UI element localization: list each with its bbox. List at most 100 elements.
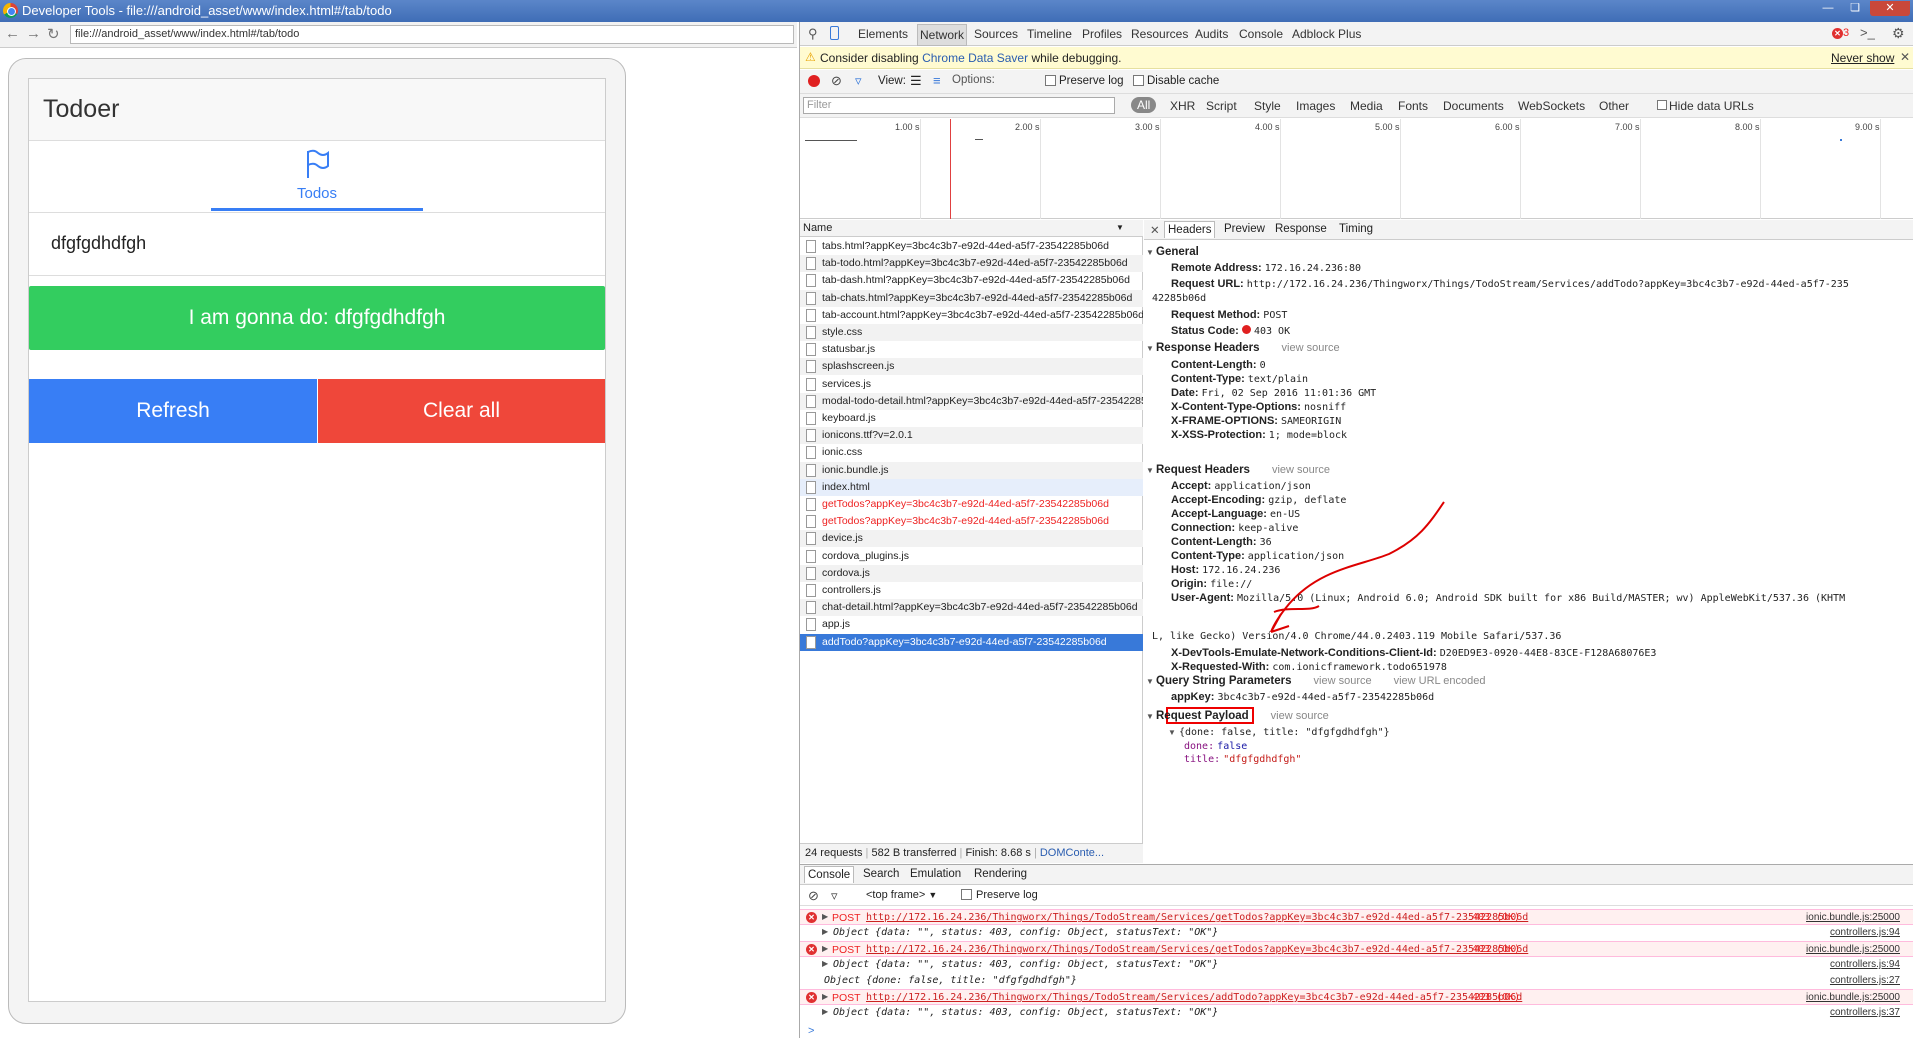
drawer-tab-search[interactable]: Search: [863, 868, 899, 880]
filter-input[interactable]: Filter: [803, 97, 1115, 114]
request-row[interactable]: statusbar.js: [800, 341, 1143, 358]
never-show-link[interactable]: Never show: [1831, 51, 1894, 65]
large-rows-icon[interactable]: ☰: [910, 73, 922, 89]
drawer-tab-emulation[interactable]: Emulation: [910, 868, 961, 880]
maximize-icon[interactable]: ❏: [1842, 1, 1868, 16]
payload-view-source-link[interactable]: view source: [1271, 710, 1329, 722]
back-icon[interactable]: ←: [5, 25, 20, 42]
request-row[interactable]: controllers.js: [800, 582, 1143, 599]
do-todo-button[interactable]: I am gonna do: dfgfgdhdfgh: [29, 286, 605, 350]
filter-xhr[interactable]: XHR: [1170, 99, 1195, 113]
console-preserve-log-checkbox[interactable]: [961, 889, 972, 900]
source-link[interactable]: ionic.bundle.js:25000: [1806, 944, 1900, 955]
refresh-button[interactable]: Refresh: [29, 379, 317, 443]
filter-media[interactable]: Media: [1350, 99, 1383, 113]
filter-other[interactable]: Other: [1599, 99, 1629, 113]
request-url-link[interactable]: http://172.16.24.236/Thingworx/Things/To…: [866, 992, 1522, 1003]
error-count-badge[interactable]: ✕ 3: [1832, 27, 1849, 39]
reload-icon[interactable]: ↻: [47, 25, 60, 43]
request-row[interactable]: modal-todo-detail.html?appKey=3bc4c3b7-e…: [800, 392, 1143, 410]
tab-profiles[interactable]: Profiles: [1082, 27, 1122, 41]
forward-icon[interactable]: →: [26, 25, 41, 42]
request-row[interactable]: services.js: [800, 376, 1143, 393]
request-row[interactable]: tab-todo.html?appKey=3bc4c3b7-e92d-44ed-…: [800, 255, 1143, 273]
frame-selector[interactable]: <top frame> ▼: [866, 889, 937, 901]
request-row[interactable]: keyboard.js: [800, 410, 1143, 427]
request-row[interactable]: getTodos?appKey=3bc4c3b7-e92d-44ed-a5f7-…: [800, 496, 1143, 513]
console-object-text[interactable]: Object {data: "", status: 403, config: O…: [833, 1007, 1218, 1018]
inspect-icon[interactable]: ⚲: [808, 26, 818, 42]
overview-icon[interactable]: ≡: [933, 73, 941, 88]
sort-icon[interactable]: ▼: [1116, 223, 1124, 232]
minimize-icon[interactable]: —: [1815, 1, 1841, 16]
close-warning-icon[interactable]: ✕: [1900, 50, 1910, 64]
tab-elements[interactable]: Elements: [858, 27, 908, 41]
request-row[interactable]: device.js: [800, 530, 1143, 548]
address-input[interactable]: file:///android_asset/www/index.html#/ta…: [70, 25, 794, 44]
filter-websockets[interactable]: WebSockets: [1518, 99, 1585, 113]
tab-sources[interactable]: Sources: [974, 27, 1018, 41]
source-link[interactable]: controllers.js:94: [1830, 959, 1900, 970]
view-url-encoded-link[interactable]: view URL encoded: [1394, 675, 1486, 687]
clear-icon[interactable]: ⊘: [831, 73, 842, 89]
drawer-tab-rendering[interactable]: Rendering: [974, 868, 1027, 880]
expand-icon[interactable]: ▶: [822, 944, 828, 953]
todo-input[interactable]: dfgfgdhdfgh: [29, 213, 605, 276]
request-url-link[interactable]: http://172.16.24.236/Thingworx/Things/To…: [866, 912, 1528, 923]
request-row[interactable]: ionic.css: [800, 444, 1143, 461]
tab-adblock-plus[interactable]: Adblock Plus: [1292, 27, 1361, 41]
request-row[interactable]: style.css: [800, 324, 1143, 341]
query-view-source-link[interactable]: view source: [1314, 675, 1372, 687]
request-view-source-link[interactable]: view source: [1272, 464, 1330, 476]
source-link[interactable]: controllers.js:27: [1830, 975, 1900, 986]
tab-timeline[interactable]: Timeline: [1027, 27, 1072, 41]
tab-network[interactable]: Network: [917, 24, 968, 46]
device-mode-icon[interactable]: [830, 26, 839, 40]
general-section[interactable]: ▼ General: [1146, 246, 1199, 258]
expand-icon[interactable]: ▶: [822, 959, 828, 968]
tab-preview[interactable]: Preview: [1224, 223, 1265, 235]
source-link[interactable]: controllers.js:37: [1830, 1007, 1900, 1018]
clear-console-icon[interactable]: ⊘: [808, 888, 819, 904]
tab-headers[interactable]: Headers: [1164, 221, 1216, 238]
request-row[interactable]: ionicons.ttf?v=2.0.1: [800, 427, 1143, 445]
tab-response[interactable]: Response: [1275, 223, 1327, 235]
request-row[interactable]: app.js: [800, 616, 1143, 633]
console-object-text[interactable]: Object {data: "", status: 403, config: O…: [833, 959, 1218, 970]
tab-console[interactable]: Console: [1239, 27, 1283, 41]
filter-style[interactable]: Style: [1254, 99, 1281, 113]
payload-summary[interactable]: ▼ {done: false, title: "dfgfgdhdfgh"}: [1168, 726, 1390, 738]
tab-audits[interactable]: Audits: [1195, 27, 1228, 41]
query-string-section[interactable]: ▼ Query String Parameters view source view …: [1146, 675, 1486, 687]
expand-icon[interactable]: ▶: [822, 1007, 828, 1016]
close-detail-icon[interactable]: ✕: [1150, 223, 1160, 237]
console-drawer-icon[interactable]: >_: [1860, 25, 1875, 40]
request-row[interactable]: ionic.bundle.js: [800, 461, 1143, 479]
gear-icon[interactable]: ⚙: [1892, 25, 1905, 42]
request-row[interactable]: chat-detail.html?appKey=3bc4c3b7-e92d-44…: [800, 599, 1143, 617]
expand-icon[interactable]: ▶: [822, 912, 828, 921]
filter-documents[interactable]: Documents: [1443, 99, 1504, 113]
disable-cache-checkbox[interactable]: [1133, 75, 1144, 86]
request-row[interactable]: addTodo?appKey=3bc4c3b7-e92d-44ed-a5f7-2…: [800, 633, 1143, 651]
clear-all-button[interactable]: Clear all: [318, 379, 605, 443]
tab-todos[interactable]: Todos: [211, 143, 423, 211]
console-prompt[interactable]: >: [808, 1025, 814, 1037]
record-icon[interactable]: [808, 75, 820, 87]
drawer-tab-console[interactable]: Console: [804, 866, 855, 883]
filter-images[interactable]: Images: [1296, 99, 1335, 113]
preserve-log-checkbox[interactable]: [1045, 75, 1056, 86]
filter-all[interactable]: All: [1131, 97, 1157, 113]
chrome-data-saver-link[interactable]: Chrome Data Saver: [922, 51, 1028, 65]
request-row[interactable]: tab-account.html?appKey=3bc4c3b7-e92d-44…: [800, 307, 1143, 324]
request-row[interactable]: cordova_plugins.js: [800, 548, 1143, 565]
expand-icon[interactable]: ▶: [822, 992, 828, 1001]
source-link[interactable]: controllers.js:94: [1830, 927, 1900, 938]
console-filter-icon[interactable]: ▿: [831, 888, 838, 904]
hide-data-urls-checkbox[interactable]: [1657, 100, 1667, 110]
source-link[interactable]: ionic.bundle.js:25000: [1806, 912, 1900, 923]
request-payload-section[interactable]: ▼ Request Payload view source: [1146, 710, 1329, 722]
source-link[interactable]: ionic.bundle.js:25000: [1806, 992, 1900, 1003]
filter-fonts[interactable]: Fonts: [1398, 99, 1428, 113]
request-row[interactable]: tab-dash.html?appKey=3bc4c3b7-e92d-44ed-…: [800, 272, 1143, 289]
